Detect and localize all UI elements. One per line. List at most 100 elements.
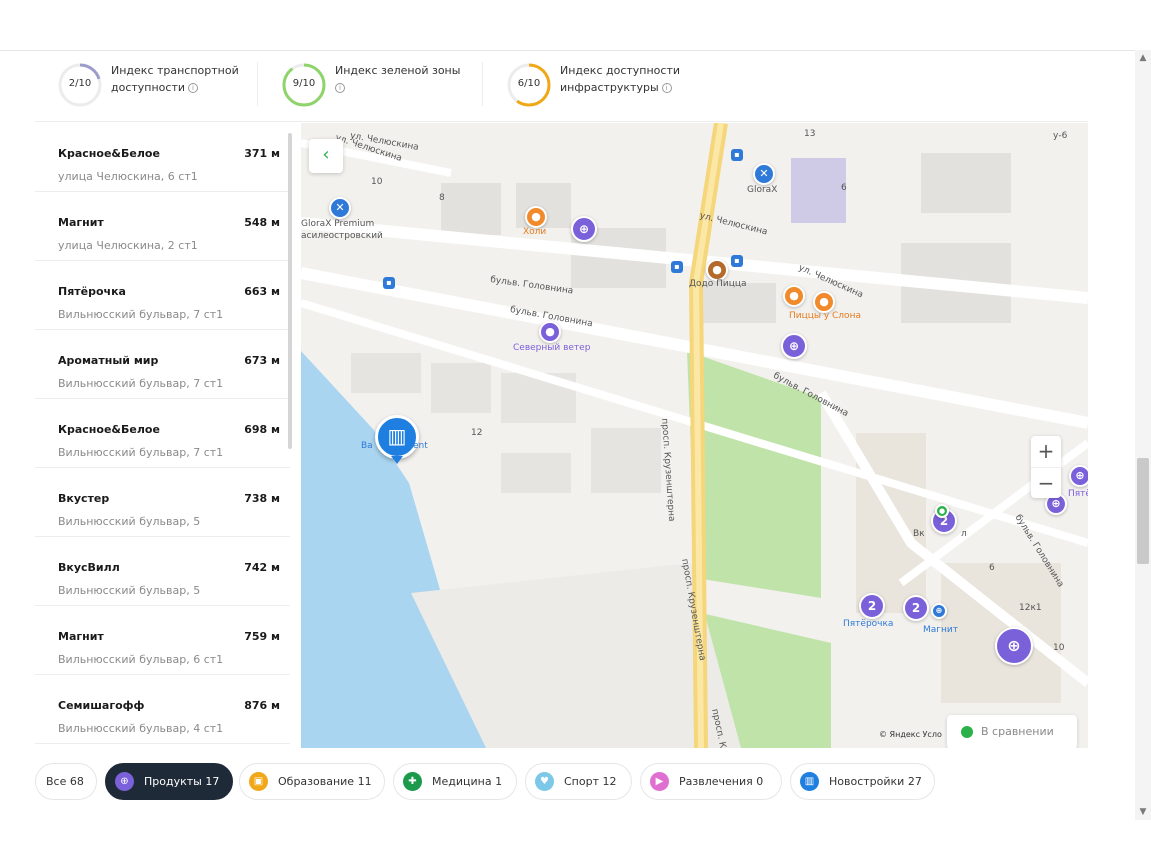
bus-stop-icon[interactable]: ▪: [383, 277, 395, 289]
map[interactable]: ул. Челюскина ул. Челюскина ул. Челюскин…: [301, 123, 1088, 748]
list-item[interactable]: Красное&Белое 698 м Вильнюсский бульвар, 7…: [35, 399, 290, 468]
bus-stop-icon[interactable]: ▪: [731, 149, 743, 161]
compare-button[interactable]: В сравнении: [947, 715, 1077, 748]
house-number: 12к1: [1019, 603, 1042, 613]
back-button[interactable]: ‹: [309, 139, 343, 173]
chip-medicine[interactable]: ✚ Медицина 1: [393, 763, 517, 800]
index-row: 2/10 Индекс транспортной доступности i 9/…: [35, 52, 1088, 122]
poi-label: Холи: [523, 227, 547, 237]
place-distance: 371 м: [244, 147, 280, 160]
infrastructure-index-score: 6/10: [517, 78, 541, 89]
top-divider: [0, 50, 1151, 51]
list-item[interactable]: Магнит 548 м улица Челюскина, 2 ст1: [35, 192, 290, 261]
building-icon: ▥: [800, 772, 819, 791]
place-name: Магнит: [58, 216, 104, 229]
place-name: Семишагофф: [58, 699, 145, 712]
house-number: 10: [371, 177, 383, 187]
place-address: улица Челюскина, 6 ст1: [58, 170, 198, 183]
bus-stop-icon[interactable]: ▪: [671, 261, 683, 273]
list-item[interactable]: ВкусВилл 742 м Вильнюсский бульвар, 5: [35, 537, 290, 606]
list-item[interactable]: Пятёрочка 663 м Вильнюсский бульвар, 7 ст1: [35, 261, 290, 330]
place-distance: 759 м: [244, 630, 280, 643]
scrollbar-thumb[interactable]: [1137, 458, 1149, 564]
page-scrollbar[interactable]: ▲ ▼: [1135, 50, 1151, 820]
place-address: улица Челюскина, 2 ст1: [58, 239, 198, 252]
chip-sport[interactable]: ♥ Спорт 12: [525, 763, 632, 800]
zoom-in-button[interactable]: +: [1031, 436, 1061, 467]
house-number: 10: [1053, 643, 1065, 653]
cafe-icon[interactable]: ●: [525, 206, 547, 228]
place-distance: 876 м: [244, 699, 280, 712]
place-distance: 698 м: [244, 423, 280, 436]
shop-icon[interactable]: ⊕: [571, 216, 597, 242]
pizza-icon[interactable]: ●: [706, 259, 728, 281]
list-scrollbar[interactable]: [288, 133, 292, 449]
chip-new-buildings[interactable]: ▥ Новостройки 27: [790, 763, 935, 800]
poi-label: Ba: [361, 441, 373, 451]
place-name: Ароматный мир: [58, 354, 159, 367]
compare-icon: [961, 726, 973, 738]
poi-label: Пятёрочка: [843, 619, 894, 629]
poi-label: Додо Пицца: [689, 279, 747, 289]
fitness-icon[interactable]: ✕: [329, 197, 351, 219]
sport-icon: ♥: [535, 772, 554, 791]
index-divider: [257, 62, 258, 106]
shop-icon[interactable]: ⊕: [1069, 465, 1088, 487]
cafe-icon[interactable]: ●: [783, 285, 805, 307]
info-icon[interactable]: i: [661, 83, 672, 93]
building-pin[interactable]: ▥: [375, 415, 419, 464]
place-name: ВкусВилл: [58, 561, 120, 574]
poi-label: ent: [413, 441, 428, 451]
poi-label: л: [961, 529, 967, 539]
place-distance: 673 м: [244, 354, 280, 367]
zoom-control: + −: [1031, 436, 1061, 498]
place-distance: 548 м: [244, 216, 280, 229]
places-list[interactable]: Красное&Белое 371 м улица Челюскина, 6 ст1…: [35, 123, 300, 748]
place-distance: 742 м: [244, 561, 280, 574]
place-name: Пятёрочка: [58, 285, 126, 298]
map-copyright[interactable]: © Яндекс Усло: [879, 730, 942, 739]
place-address: Вильнюсский бульвар, 7 ст1: [58, 446, 224, 459]
place-address: Вильнюсский бульвар, 4 ст1: [58, 722, 224, 735]
infrastructure-card: 2/10 Индекс транспортной доступности i 9/…: [35, 52, 1088, 748]
place-name: Вкустер: [58, 492, 110, 505]
chip-education[interactable]: ▣ Образование 11: [239, 763, 385, 800]
place-address: Вильнюсский бульвар, 6 ст1: [58, 653, 224, 666]
chip-entertainment[interactable]: ▶ Развлечения 0: [640, 763, 782, 800]
poi-label: Магнит: [923, 625, 958, 635]
infrastructure-index-label: Индекс доступности инфраструктуры i: [560, 64, 681, 94]
house-number: 6: [841, 183, 847, 193]
shop-icon[interactable]: ⊕: [931, 603, 947, 619]
cluster-pin[interactable]: 2: [859, 593, 885, 619]
transport-index-label: Индекс транспортной доступности i: [111, 64, 239, 94]
chip-products[interactable]: ⊕ Продукты 17: [105, 763, 233, 800]
list-item[interactable]: Красное&Белое 371 м улица Челюскина, 6 ст1: [35, 123, 290, 192]
shop-icon[interactable]: ⊕: [781, 333, 807, 359]
scroll-up-icon[interactable]: ▲: [1135, 50, 1151, 66]
list-item[interactable]: Семишагофф 876 м Вильнюсский бульвар, 4 ст…: [35, 675, 290, 744]
poi-label: GloraX Premium: [301, 219, 375, 229]
poi-label: Пиццы у Слона: [789, 311, 861, 321]
entertainment-icon[interactable]: ●: [539, 321, 561, 343]
info-icon[interactable]: i: [335, 83, 345, 93]
shop-icon[interactable]: ⊕: [995, 627, 1033, 665]
list-item[interactable]: Вкустер 738 м Вильнюсский бульвар, 5: [35, 468, 290, 537]
place-name: Красное&Белое: [58, 147, 160, 160]
transport-index-score: 2/10: [68, 78, 92, 89]
chip-all[interactable]: Все 68: [35, 763, 97, 800]
list-item[interactable]: Магнит 759 м Вильнюсский бульвар, 6 ст1: [35, 606, 290, 675]
zoom-out-button[interactable]: −: [1031, 468, 1061, 498]
list-item[interactable]: Ароматный мир 673 м Вильнюсский бульвар, 7…: [35, 330, 290, 399]
bus-stop-icon[interactable]: ▪: [731, 255, 743, 267]
cluster-pin[interactable]: 2: [903, 595, 929, 621]
poi-label: Северный ветер: [513, 343, 591, 353]
scroll-down-icon[interactable]: ▼: [1135, 804, 1151, 820]
education-icon: ▣: [249, 772, 268, 791]
fitness-icon[interactable]: ✕: [753, 163, 775, 185]
place-address: Вильнюсский бульвар, 7 ст1: [58, 308, 224, 321]
poi-label: асилеостровский: [301, 231, 383, 241]
info-icon[interactable]: i: [188, 83, 199, 93]
vkusvill-icon[interactable]: ●: [935, 504, 949, 518]
chevron-left-icon: ‹: [322, 144, 330, 165]
cafe-icon[interactable]: ●: [813, 291, 835, 313]
